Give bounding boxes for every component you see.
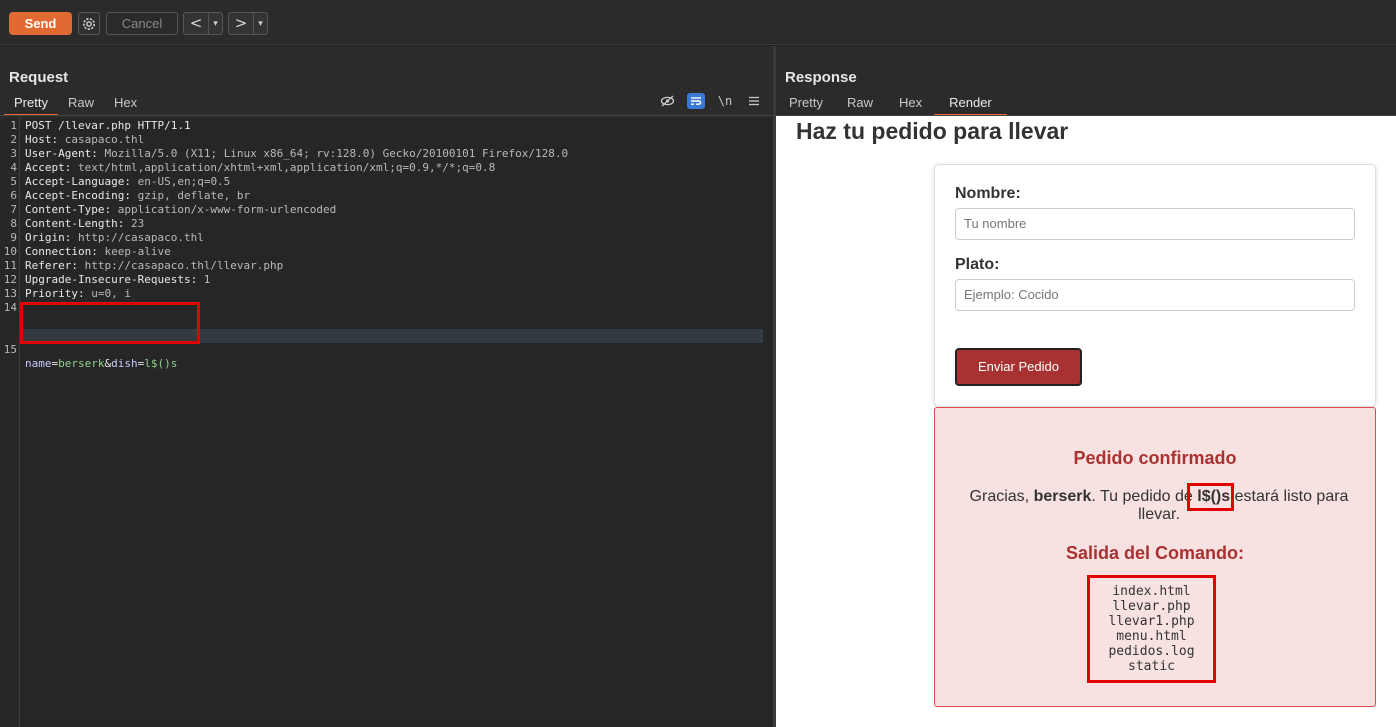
request-body[interactable]: name=berserk&dish=l$()s xyxy=(25,357,177,371)
line-number: 8 xyxy=(10,217,17,230)
newline-icon[interactable]: \n xyxy=(716,93,734,109)
response-tab-pretty[interactable]: Pretty xyxy=(779,95,833,115)
menu-icon[interactable] xyxy=(745,93,763,109)
line-content[interactable]: Origin: http://casapaco.thl xyxy=(25,231,204,245)
rendered-page: Haz tu pedido para llevar Nombre: Tu nom… xyxy=(776,116,1396,727)
wrap-lines-icon[interactable] xyxy=(687,93,705,109)
output-file: menu.html xyxy=(1116,629,1187,644)
back-history-dropdown-icon[interactable]: ▾ xyxy=(209,19,222,29)
request-panel: Request Pretty Raw Hex \n 1 POST /llevar.… xyxy=(0,46,773,727)
line-number: 1 xyxy=(10,119,17,132)
line-content[interactable]: Content-Type: application/x-www-form-url… xyxy=(25,203,336,217)
line-number: 13 xyxy=(3,287,17,300)
line-number: 12 xyxy=(3,273,17,286)
forward-arrow-icon: > xyxy=(229,13,254,34)
command-output: index.html llevar.php llevar1.php menu.html… xyxy=(1087,575,1216,683)
settings-button[interactable] xyxy=(78,12,100,35)
request-editor[interactable]: 1 POST /llevar.php HTTP/1.1 2 Host: casapac… xyxy=(0,118,773,727)
line-number: 4 xyxy=(10,161,17,174)
line-content[interactable]: Accept-Language: en-US,en;q=0.5 xyxy=(25,175,230,189)
output-file: index.html xyxy=(1112,584,1191,599)
output-title: Salida del Comando: xyxy=(1065,543,1245,563)
response-tab-render[interactable]: Render xyxy=(934,95,1007,116)
line-content[interactable]: Priority: u=0, i xyxy=(25,287,131,301)
back-arrow-icon: < xyxy=(184,13,209,34)
request-tabs: Pretty Raw Hex xyxy=(4,95,147,116)
top-toolbar: Send Cancel < ▾ > ▾ xyxy=(0,0,1396,45)
request-line[interactable]: 13 Priority: u=0, i xyxy=(0,287,773,301)
line-number: 10 xyxy=(3,245,17,258)
line-content[interactable]: Accept-Encoding: gzip, deflate, br xyxy=(25,189,250,203)
confirm-message: Gracias, berserk. Tu pedido de l$()s est… xyxy=(969,488,1349,523)
line-content[interactable]: Upgrade-Insecure-Requests: 1 xyxy=(25,273,210,287)
request-tab-raw[interactable]: Raw xyxy=(58,95,104,115)
request-title: Request xyxy=(9,69,69,86)
request-line[interactable]: 6 Accept-Encoding: gzip, deflate, br xyxy=(0,189,773,203)
line-number: 6 xyxy=(10,189,17,202)
line-content[interactable]: Content-Length: 23 xyxy=(25,217,144,231)
page-heading: Haz tu pedido para llevar xyxy=(796,118,1069,144)
line-number: 14 xyxy=(3,301,17,314)
request-line[interactable]: 4 Accept: text/html,application/xhtml+xml… xyxy=(0,161,773,175)
response-tabs: Pretty Raw Hex Render xyxy=(779,95,1007,116)
line-number: 7 xyxy=(10,203,17,216)
name-input[interactable]: Tu nombre xyxy=(955,208,1355,240)
customer-name: berserk xyxy=(1033,488,1092,505)
output-file: static xyxy=(1128,659,1175,674)
back-button[interactable]: < ▾ xyxy=(183,12,223,35)
request-tab-pretty[interactable]: Pretty xyxy=(4,95,58,116)
request-line[interactable]: 2 Host: casapaco.thl xyxy=(0,133,773,147)
request-line[interactable]: 5 Accept-Language: en-US,en;q=0.5 xyxy=(0,175,773,189)
body-highlight-box xyxy=(20,302,200,344)
forward-history-dropdown-icon[interactable]: ▾ xyxy=(254,19,267,29)
dish-highlight-box xyxy=(1187,483,1234,511)
response-tab-hex[interactable]: Hex xyxy=(887,95,934,115)
line-content[interactable]: Referer: http://casapaco.thl/llevar.php xyxy=(25,259,283,273)
request-line[interactable]: 1 POST /llevar.php HTTP/1.1 xyxy=(0,119,773,133)
request-line[interactable]: 11 Referer: http://casapaco.thl/llevar.ph… xyxy=(0,259,773,273)
order-result: Pedido confirmado Gracias, berserk. Tu p… xyxy=(934,407,1376,707)
send-button[interactable]: Send xyxy=(9,12,72,35)
line-number: 15 xyxy=(3,343,17,356)
request-tab-hex[interactable]: Hex xyxy=(104,95,147,115)
line-number: 2 xyxy=(10,133,17,146)
line-content[interactable]: Host: casapaco.thl xyxy=(25,133,144,147)
line-content[interactable]: Connection: keep-alive xyxy=(25,245,171,259)
order-form: Nombre: Tu nombre Plato: Ejemplo: Cocido… xyxy=(934,164,1376,407)
gear-icon xyxy=(83,17,95,30)
line-number: 11 xyxy=(3,259,17,272)
output-file: llevar.php xyxy=(1112,599,1191,614)
cancel-button[interactable]: Cancel xyxy=(106,12,178,35)
dish-label: Plato: xyxy=(955,256,1000,273)
line-number: 3 xyxy=(10,147,17,160)
submit-order-button[interactable]: Enviar Pedido xyxy=(955,348,1082,386)
request-line[interactable]: 7 Content-Type: application/x-www-form-ur… xyxy=(0,203,773,217)
line-content[interactable]: User-Agent: Mozilla/5.0 (X11; Linux x86_… xyxy=(25,147,568,161)
name-label: Nombre: xyxy=(955,185,1021,202)
request-line[interactable]: 8 Content-Length: 23 xyxy=(0,217,773,231)
request-line[interactable]: 9 Origin: http://casapaco.thl xyxy=(0,231,773,245)
dish-input[interactable]: Ejemplo: Cocido xyxy=(955,279,1355,311)
output-file: llevar1.php xyxy=(1108,614,1195,629)
request-view-tools: \n xyxy=(658,93,763,109)
request-line[interactable]: 12 Upgrade-Insecure-Requests: 1 xyxy=(0,273,773,287)
response-title: Response xyxy=(785,69,857,86)
hide-whitespace-icon[interactable] xyxy=(658,93,676,109)
request-line[interactable]: 3 User-Agent: Mozilla/5.0 (X11; Linux x86… xyxy=(0,147,773,161)
line-content[interactable]: Accept: text/html,application/xhtml+xml,… xyxy=(25,161,495,175)
request-line[interactable]: 10 Connection: keep-alive xyxy=(0,245,773,259)
line-content[interactable]: POST /llevar.php HTTP/1.1 xyxy=(25,119,191,133)
line-number: 5 xyxy=(10,175,17,188)
response-tab-raw[interactable]: Raw xyxy=(833,95,887,115)
line-number: 9 xyxy=(10,231,17,244)
confirm-title: Pedido confirmado xyxy=(1073,448,1237,468)
forward-button[interactable]: > ▾ xyxy=(228,12,268,35)
request-tab-rule xyxy=(0,115,773,116)
response-panel: Response Pretty Raw Hex Render Haz tu pe… xyxy=(776,46,1396,727)
output-file: pedidos.log xyxy=(1108,644,1195,659)
